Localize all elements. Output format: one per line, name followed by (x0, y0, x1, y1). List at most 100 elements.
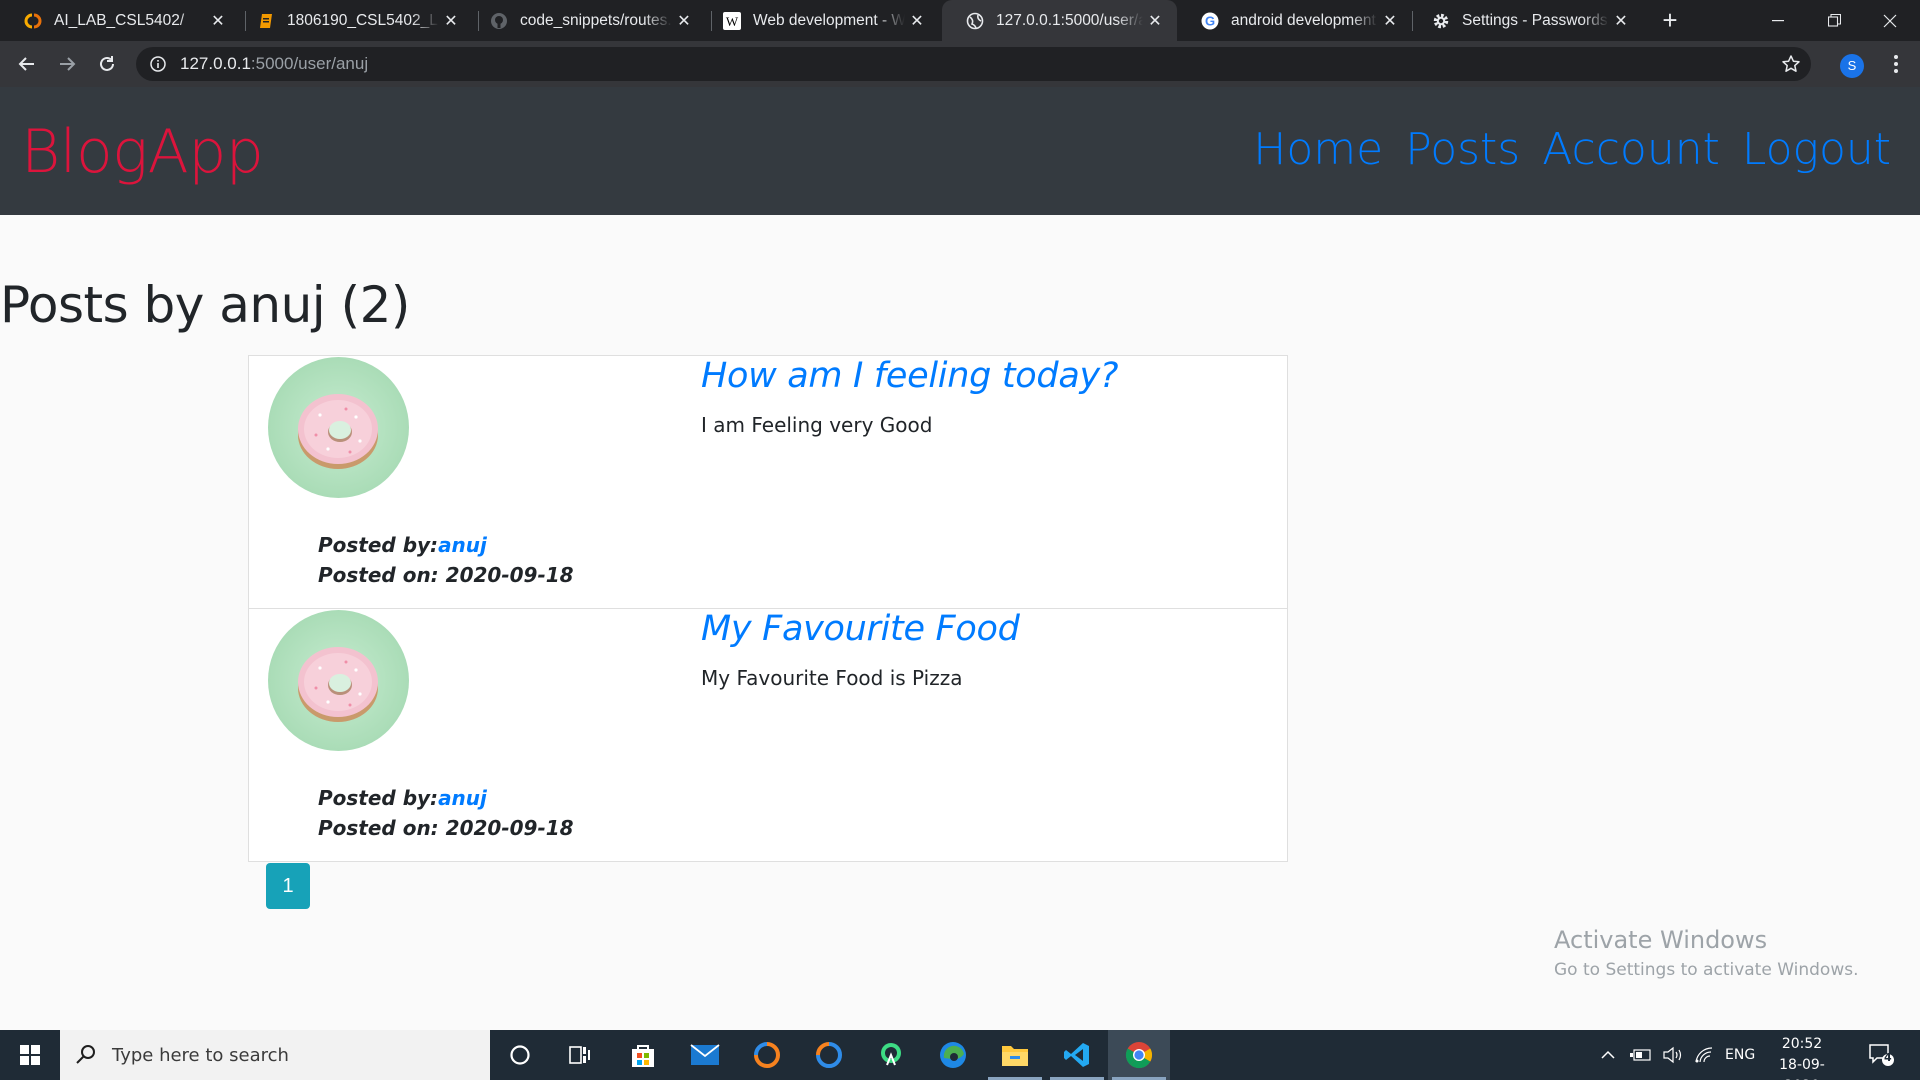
sync-app-icon[interactable] (736, 1030, 798, 1080)
watermark-title: Activate Windows (1554, 926, 1768, 954)
browser-tab[interactable]: W Web development - W ✕ (699, 0, 939, 41)
close-icon[interactable]: ✕ (439, 11, 463, 31)
reload-icon (100, 56, 114, 71)
close-icon[interactable]: ✕ (206, 11, 230, 31)
restore-button[interactable] (1806, 0, 1862, 41)
close-icon[interactable]: ✕ (1143, 11, 1167, 31)
edge-icon[interactable] (922, 1030, 984, 1080)
svg-text:W: W (726, 14, 739, 29)
browser-tab[interactable]: Settings - Passwords ✕ (1408, 0, 1643, 41)
browser-tab[interactable]: AI_LAB_CSL5402/ ✕ (0, 0, 240, 41)
posted-on-label: Posted on: (318, 563, 446, 587)
new-tab-button[interactable]: + (1655, 4, 1685, 36)
back-arrow-icon (18, 57, 34, 71)
browser-tab-active[interactable]: 127.0.0.1:5000/user/an ✕ (942, 0, 1177, 41)
close-icon[interactable]: ✕ (1609, 11, 1633, 31)
clock-date: 18-09-2020 (1779, 1057, 1825, 1080)
clock-time: 20:52 (1781, 1036, 1823, 1052)
close-window-button[interactable] (1862, 0, 1918, 41)
volume-icon[interactable] (1662, 1030, 1684, 1080)
profile-avatar[interactable]: S (1840, 54, 1864, 78)
forward-button[interactable] (51, 48, 83, 80)
windows-taskbar: Type here to search ENG 20:52 18-09- 4 (0, 1030, 1920, 1080)
forward-arrow-icon (60, 57, 76, 71)
show-hidden-icons-chevron[interactable] (1600, 1030, 1616, 1080)
wikipedia-icon: W (723, 11, 741, 30)
svg-text:G: G (1205, 13, 1215, 28)
windows-logo-icon (20, 1045, 40, 1065)
author-link[interactable]: anuj (438, 786, 487, 810)
bookmark-star-icon[interactable] (1781, 54, 1801, 74)
kebab-menu-icon[interactable] (1884, 52, 1908, 76)
notification-count: 4 (1884, 1051, 1892, 1064)
battery-icon[interactable] (1630, 1030, 1652, 1080)
author-avatar (268, 357, 409, 498)
nav-links: Home Posts Account Logout (1253, 124, 1891, 175)
tab-title: Settings - Passwords (1462, 11, 1608, 29)
file-explorer-icon[interactable] (984, 1030, 1046, 1080)
site-brand[interactable]: BlogApp (21, 117, 264, 187)
donut-icon (298, 647, 378, 722)
nav-account-link[interactable]: Account (1542, 124, 1720, 175)
reload-button[interactable] (91, 48, 123, 80)
info-icon[interactable] (149, 55, 167, 73)
chevron-up-icon (1601, 1050, 1615, 1059)
tab-title: AI_LAB_CSL5402/ (54, 11, 185, 29)
browser-tab[interactable]: G android development ✕ (1177, 0, 1412, 41)
mail-icon[interactable] (674, 1030, 736, 1080)
task-view-icon[interactable] (549, 1030, 611, 1080)
post-title-link[interactable]: My Favourite Food (701, 609, 1020, 649)
page-title: Posts by anuj (2) (0, 276, 410, 334)
donut-icon (298, 394, 378, 469)
posted-on-label: Posted on: (318, 816, 446, 840)
posted-by-label: Posted by: (318, 533, 439, 557)
tab-title: 1806190_CSL5402_Lab (287, 11, 439, 29)
close-icon[interactable]: ✕ (905, 11, 929, 31)
post-body: My Favourite Food is Pizza (701, 666, 963, 690)
watermark-subtitle: Go to Settings to activate Windows. (1554, 960, 1859, 980)
post-date: 2020-09-18 (445, 563, 574, 587)
post-date: 2020-09-18 (445, 816, 574, 840)
tab-title: code_snippets/routes.p (520, 11, 672, 29)
nav-logout-link[interactable]: Logout (1742, 124, 1891, 175)
vscode-icon[interactable] (1046, 1030, 1108, 1080)
start-button[interactable] (0, 1030, 60, 1080)
back-button[interactable] (11, 48, 43, 80)
android-studio-icon[interactable] (860, 1030, 922, 1080)
browser-tab[interactable]: 1806190_CSL5402_Lab ✕ (233, 0, 473, 41)
pagination-page-button[interactable]: 1 (266, 863, 310, 909)
sync-app-2-icon[interactable] (798, 1030, 860, 1080)
input-language-indicator[interactable]: ENG (1725, 1030, 1755, 1080)
browser-tab[interactable]: code_snippets/routes.p ✕ (466, 0, 706, 41)
post-title-link[interactable]: How am I feeling today? (701, 356, 1118, 396)
action-center-button[interactable]: 4 (1868, 1030, 1894, 1080)
post-card: Posted by:anuj Posted on: 2020-09-18 How… (248, 355, 1288, 609)
browser-toolbar: 127.0.0.1:5000/user/anuj S (0, 41, 1920, 87)
tab-title: Web development - W (753, 11, 905, 29)
close-icon[interactable]: ✕ (1378, 11, 1402, 31)
nav-home-link[interactable]: Home (1253, 124, 1383, 175)
close-icon[interactable]: ✕ (672, 11, 696, 31)
store-icon[interactable] (612, 1030, 674, 1080)
nav-posts-link[interactable]: Posts (1405, 124, 1520, 175)
tab-title: android development (1231, 11, 1376, 29)
minimize-button[interactable] (1750, 0, 1806, 41)
post-body: I am Feeling very Good (701, 413, 933, 437)
wifi-icon[interactable] (1694, 1030, 1714, 1080)
browser-tab-strip: AI_LAB_CSL5402/ ✕ 1806190_CSL5402_Lab ✕ … (0, 0, 1920, 41)
author-avatar (268, 610, 409, 751)
address-bar[interactable]: 127.0.0.1:5000/user/anuj (136, 47, 1811, 81)
posted-by-label: Posted by: (318, 786, 439, 810)
search-placeholder: Type here to search (112, 1044, 289, 1066)
post-meta: Posted by:anuj Posted on: 2020-09-18 (318, 530, 574, 590)
globe-icon (966, 12, 984, 30)
taskbar-search-box[interactable]: Type here to search (60, 1030, 490, 1080)
author-link[interactable]: anuj (438, 533, 487, 557)
google-icon: G (1201, 12, 1219, 30)
tab-title: 127.0.0.1:5000/user/an (996, 11, 1143, 29)
site-navbar: BlogApp Home Posts Account Logout (0, 87, 1920, 215)
colab-icon (24, 12, 42, 30)
chrome-icon[interactable] (1108, 1030, 1170, 1080)
system-clock[interactable]: 20:52 18-09-2020 (1762, 1034, 1842, 1080)
cortana-icon[interactable] (489, 1030, 551, 1080)
